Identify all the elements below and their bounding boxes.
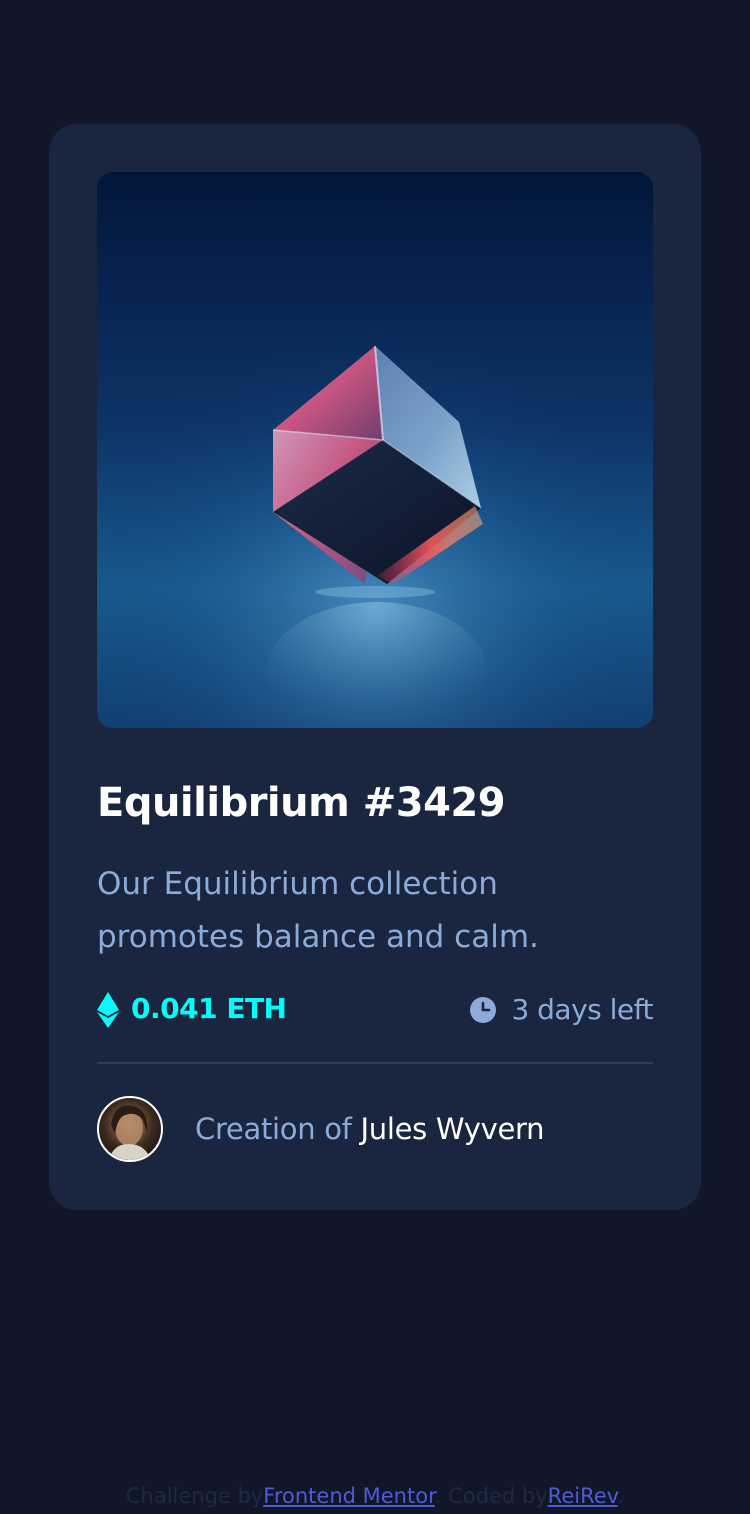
creator-prefix: Creation of bbox=[195, 1112, 361, 1146]
nft-description: Our Equilibrium collection promotes bala… bbox=[97, 866, 539, 955]
time-left: 3 days left bbox=[511, 993, 653, 1026]
attribution-footer: Challenge byFrontend Mentor. Coded byRei… bbox=[0, 1484, 750, 1508]
footer-suffix: . bbox=[617, 1484, 625, 1508]
frontend-mentor-link[interactable]: Frontend Mentor bbox=[263, 1484, 435, 1508]
ethereum-icon bbox=[97, 992, 119, 1028]
avatar bbox=[97, 1096, 163, 1162]
nft-image[interactable] bbox=[97, 172, 653, 728]
nft-card: Equilibrium #3429 Our Equilibrium collec… bbox=[49, 124, 701, 1210]
nft-title[interactable]: Equilibrium #3429 bbox=[97, 780, 506, 826]
creator-name-link[interactable]: Jules Wyvern bbox=[361, 1112, 545, 1146]
clock-icon bbox=[470, 997, 496, 1023]
price-value: 0.041 ETH bbox=[131, 992, 287, 1025]
equilibrium-cube-illustration bbox=[97, 172, 653, 728]
avatar-image bbox=[109, 1105, 151, 1160]
creator-line: Creation of Jules Wyvern bbox=[195, 1112, 544, 1146]
price-row: 0.041 ETH 3 days left bbox=[97, 990, 653, 1030]
divider bbox=[97, 1062, 653, 1064]
coded-prefix: . Coded by bbox=[434, 1484, 548, 1508]
author-link[interactable]: ReiRev bbox=[548, 1484, 618, 1508]
challenge-prefix: Challenge by bbox=[125, 1484, 264, 1508]
